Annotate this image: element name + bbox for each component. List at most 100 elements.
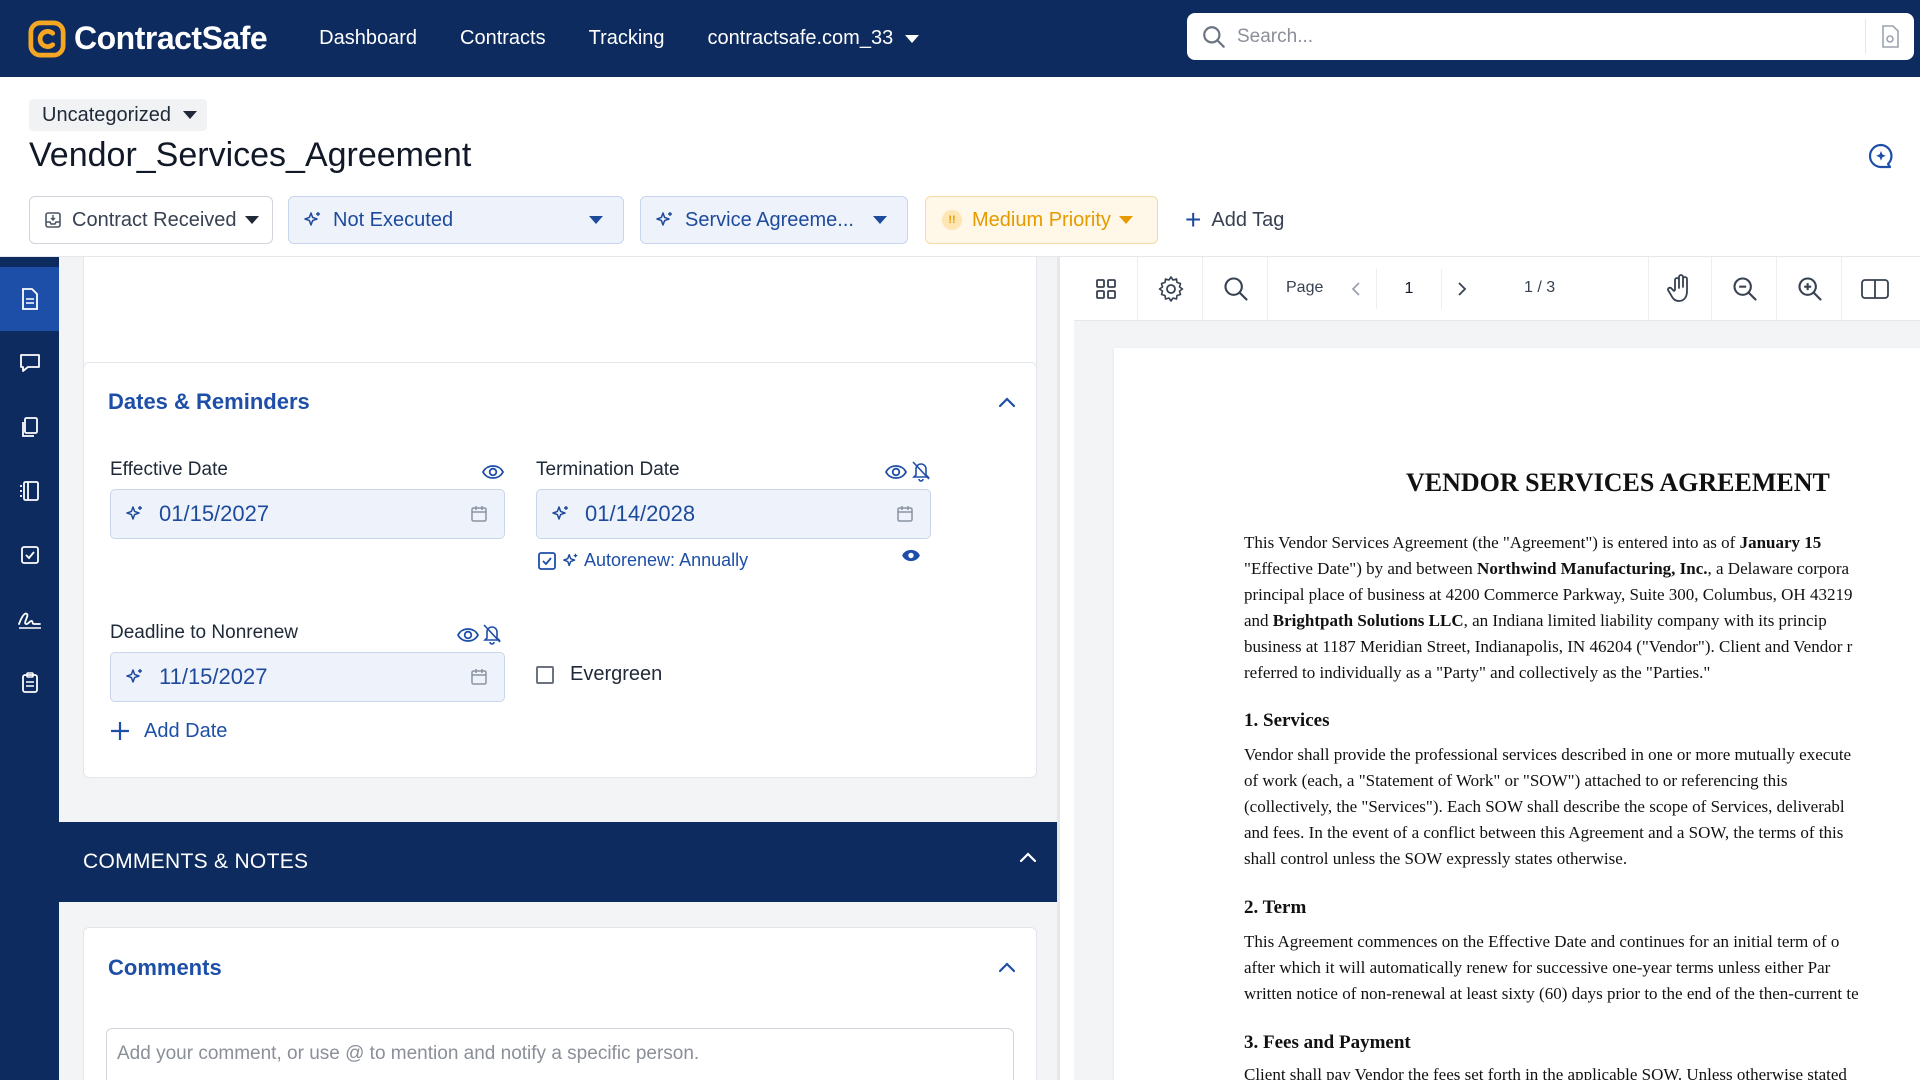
- rail-document-details[interactable]: [0, 267, 59, 331]
- rail-related-documents[interactable]: [0, 395, 59, 459]
- eye-icon[interactable]: [902, 548, 920, 563]
- zoom-out-icon: [1732, 277, 1757, 301]
- calendar-icon[interactable]: [896, 505, 914, 523]
- autorenew-row[interactable]: Autorenew: Annually: [537, 550, 748, 571]
- contract-type-label: Service Agreeme...: [685, 208, 854, 231]
- page-label: Page: [1286, 279, 1324, 296]
- split-view-button[interactable]: [1843, 257, 1907, 321]
- signature-icon: [17, 612, 41, 629]
- zoom-in-button[interactable]: [1778, 257, 1842, 321]
- checked-checkbox-icon[interactable]: [537, 551, 557, 571]
- contract-status-label: Contract Received: [72, 208, 237, 231]
- termination-date-field[interactable]: 01/14/2028: [536, 489, 931, 539]
- doc-line: principal place of business at 4200 Comm…: [1244, 585, 1853, 604]
- document-search-icon[interactable]: [1880, 25, 1900, 49]
- doc-line: "Effective Date") by and between Northwi…: [1244, 559, 1850, 578]
- comment-input[interactable]: [106, 1028, 1014, 1080]
- effective-date-field[interactable]: 01/15/2027: [110, 489, 505, 539]
- category-dropdown[interactable]: Uncategorized: [29, 99, 207, 131]
- add-tag-label: Add Tag: [1211, 208, 1285, 231]
- services-paragraph: Vendor shall provide the professional se…: [1244, 742, 1920, 872]
- viewer-search-button[interactable]: [1204, 257, 1268, 321]
- rail-clauses[interactable]: [0, 459, 59, 523]
- priority-dropdown[interactable]: !! Medium Priority: [925, 196, 1158, 244]
- nav-dashboard[interactable]: Dashboard: [319, 27, 417, 50]
- account-name: contractsafe.com_33: [707, 27, 894, 49]
- ai-chat-icon[interactable]: [1867, 142, 1895, 170]
- eye-icon[interactable]: [885, 463, 907, 481]
- hand-icon: [1667, 274, 1688, 302]
- next-page-button[interactable]: [1442, 269, 1482, 309]
- logo[interactable]: ContractSafe: [28, 19, 268, 58]
- add-tag-button[interactable]: + Add Tag: [1185, 196, 1284, 244]
- chevron-up-icon[interactable]: [1018, 850, 1038, 864]
- doc-line: This Vendor Services Agreement (the "Agr…: [1244, 533, 1822, 552]
- doc-line: (collectively, the "Services"). Each SOW…: [1244, 797, 1845, 816]
- caret-down-icon: [244, 216, 259, 224]
- account-menu[interactable]: contractsafe.com_33: [708, 27, 920, 50]
- caret-down-icon: [873, 216, 887, 224]
- contract-status-dropdown[interactable]: Contract Received: [29, 196, 273, 244]
- dates-reminders-card: Dates & Reminders Effective Date 01/15/2…: [83, 362, 1037, 778]
- pan-tool-button[interactable]: [1648, 257, 1712, 321]
- contract-type-dropdown[interactable]: Service Agreeme...: [640, 196, 908, 244]
- doc-line: after which it will automatically renew …: [1244, 958, 1831, 977]
- comments-notes-title: COMMENTS & NOTES: [83, 850, 309, 873]
- nav-contracts[interactable]: Contracts: [460, 27, 546, 50]
- bell-off-icon[interactable]: [911, 460, 931, 482]
- search-input[interactable]: [1237, 25, 1837, 48]
- zoom-out-button[interactable]: [1713, 257, 1777, 321]
- calendar-icon[interactable]: [470, 505, 488, 523]
- rail-signatures[interactable]: [0, 587, 59, 651]
- bell-off-icon[interactable]: [482, 623, 502, 645]
- nav-tracking[interactable]: Tracking: [589, 27, 665, 50]
- evergreen-row[interactable]: Evergreen: [536, 663, 662, 686]
- search-icon: [1223, 277, 1248, 301]
- prev-page-button[interactable]: [1336, 269, 1376, 309]
- doc-line: shall control unless the SOW expressly s…: [1244, 849, 1628, 868]
- termination-date-label: Termination Date: [536, 459, 680, 480]
- comment-icon: [19, 354, 40, 372]
- chevron-left-icon: [1351, 282, 1360, 296]
- grid-icon: [1095, 279, 1116, 299]
- comments-notes-header[interactable]: COMMENTS & NOTES: [59, 822, 1060, 902]
- rail-comments[interactable]: [0, 331, 59, 395]
- priority-icon: !!: [942, 210, 962, 230]
- chevron-up-icon[interactable]: [997, 395, 1017, 409]
- search-divider: [1865, 19, 1866, 54]
- section-heading: 1. Services: [1244, 710, 1330, 731]
- page-count: 1 / 3: [1524, 279, 1556, 296]
- section-title: Dates & Reminders: [108, 389, 310, 414]
- eye-icon[interactable]: [457, 626, 479, 644]
- caret-down-icon: [589, 216, 603, 224]
- doc-line: This Agreement commences on the Effectiv…: [1244, 932, 1840, 951]
- add-date-button[interactable]: Add Date: [108, 719, 227, 743]
- contractsafe-logo-icon: [28, 19, 66, 58]
- doc-line: written notice of non-renewal at least s…: [1244, 984, 1859, 1003]
- search-bar: [1187, 13, 1914, 60]
- nonrenew-deadline-field[interactable]: 11/15/2027: [110, 652, 505, 702]
- calendar-icon[interactable]: [470, 668, 488, 686]
- effective-date-value: 01/15/2027: [159, 501, 270, 526]
- nonrenew-deadline-value: 11/15/2027: [159, 664, 268, 689]
- rail-tasks[interactable]: [0, 523, 59, 587]
- doc-line: Vendor shall provide the professional se…: [1244, 745, 1852, 764]
- caret-down-icon: [182, 111, 197, 119]
- panel-divider[interactable]: [1057, 257, 1060, 1080]
- evergreen-checkbox[interactable]: [536, 665, 554, 684]
- execution-status-label: Not Executed: [333, 208, 454, 231]
- eye-icon[interactable]: [482, 463, 504, 481]
- document-icon: [21, 288, 38, 310]
- page-number-input[interactable]: [1376, 269, 1442, 309]
- settings-button[interactable]: [1139, 257, 1203, 321]
- sparkle-icon: [126, 506, 142, 520]
- zoom-in-icon: [1797, 277, 1822, 301]
- chevron-up-icon[interactable]: [997, 960, 1017, 974]
- checkbox-icon: [20, 546, 39, 564]
- rail-checklist[interactable]: [0, 651, 59, 715]
- details-panel: Dates & Reminders Effective Date 01/15/2…: [59, 257, 1060, 1080]
- top-navbar: ContractSafe Dashboard Contracts Trackin…: [0, 0, 1920, 77]
- execution-status-dropdown[interactable]: Not Executed: [288, 196, 624, 244]
- sparkle-icon: [552, 506, 568, 520]
- thumbnails-button[interactable]: [1074, 257, 1138, 321]
